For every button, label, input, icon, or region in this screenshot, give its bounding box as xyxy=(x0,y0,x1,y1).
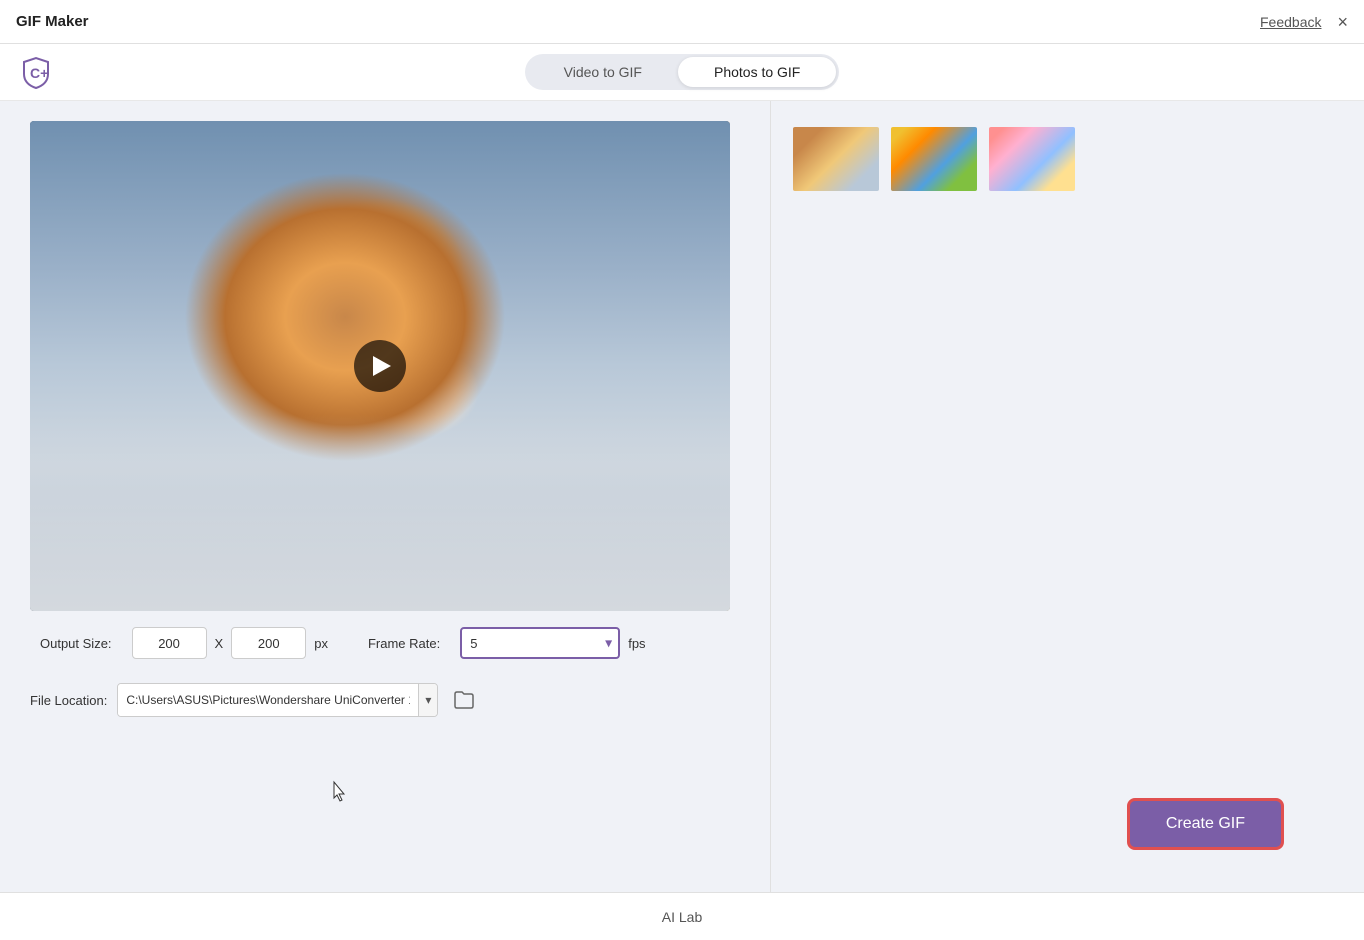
x-separator: X xyxy=(215,636,224,651)
title-bar-actions: Feedback × xyxy=(1260,13,1348,31)
svg-text:C+: C+ xyxy=(30,65,48,81)
file-path-input[interactable] xyxy=(118,684,418,716)
logo-area: C+ xyxy=(16,52,56,97)
size-rate-row: Output Size: X px Frame Rate: 5 10 xyxy=(40,627,730,659)
content-row: Output Size: X px Frame Rate: 5 10 xyxy=(0,101,1364,895)
size-inputs: X px xyxy=(132,627,328,659)
file-path-dropdown[interactable]: ▾ xyxy=(418,684,437,716)
create-gif-button[interactable]: Create GIF xyxy=(1127,798,1284,850)
feedback-link[interactable]: Feedback xyxy=(1260,14,1321,30)
height-input[interactable] xyxy=(231,627,306,659)
snow-overlay xyxy=(30,415,730,611)
thumbnail-cat[interactable] xyxy=(791,125,881,193)
thumbnail-cake[interactable] xyxy=(987,125,1077,193)
tab-photos-to-gif[interactable]: Photos to GIF xyxy=(678,57,836,87)
width-input[interactable] xyxy=(132,627,207,659)
frame-rate-label: Frame Rate: xyxy=(368,636,440,651)
thumb-sponge-image xyxy=(891,127,977,191)
app-logo: C+ xyxy=(16,52,56,92)
fps-row: 5 10 15 20 25 30 fps xyxy=(460,627,645,659)
folder-icon xyxy=(454,691,474,709)
fps-select[interactable]: 5 10 15 20 25 30 xyxy=(460,627,620,659)
controls-area: Output Size: X px Frame Rate: 5 10 xyxy=(30,627,740,659)
thumb-cake-image xyxy=(989,127,1075,191)
right-panel xyxy=(771,101,1364,895)
thumb-cat-image xyxy=(793,127,879,191)
file-path-wrapper: ▾ xyxy=(117,683,438,717)
title-bar: GIF Maker Feedback × xyxy=(0,0,1364,44)
fps-label: fps xyxy=(628,636,645,651)
file-location-label: File Location: xyxy=(30,693,107,708)
app-wrapper: GIF Maker Feedback × C+ Video to GIF Pho… xyxy=(0,0,1364,940)
output-size-label: Output Size: xyxy=(40,636,112,651)
px-label: px xyxy=(314,636,328,651)
create-gif-button-wrapper: Create GIF xyxy=(1127,798,1284,850)
folder-icon-button[interactable] xyxy=(448,684,480,716)
file-location-row: File Location: ▾ xyxy=(30,683,740,717)
tab-bar: Video to GIF Photos to GIF xyxy=(0,44,1364,101)
bottom-bar: AI Lab xyxy=(0,892,1364,940)
left-panel: Output Size: X px Frame Rate: 5 10 xyxy=(0,101,770,895)
close-button[interactable]: × xyxy=(1337,13,1348,31)
play-button[interactable] xyxy=(354,340,406,392)
play-icon xyxy=(373,356,391,376)
video-preview xyxy=(30,121,730,611)
thumbnail-sponge[interactable] xyxy=(889,125,979,193)
thumbnails-row xyxy=(791,125,1344,193)
tab-video-to-gif[interactable]: Video to GIF xyxy=(528,57,678,87)
fps-select-wrapper: 5 10 15 20 25 30 xyxy=(460,627,620,659)
tab-container: Video to GIF Photos to GIF xyxy=(525,54,840,90)
app-title: GIF Maker xyxy=(16,13,89,30)
ai-lab-label: AI Lab xyxy=(662,909,702,925)
